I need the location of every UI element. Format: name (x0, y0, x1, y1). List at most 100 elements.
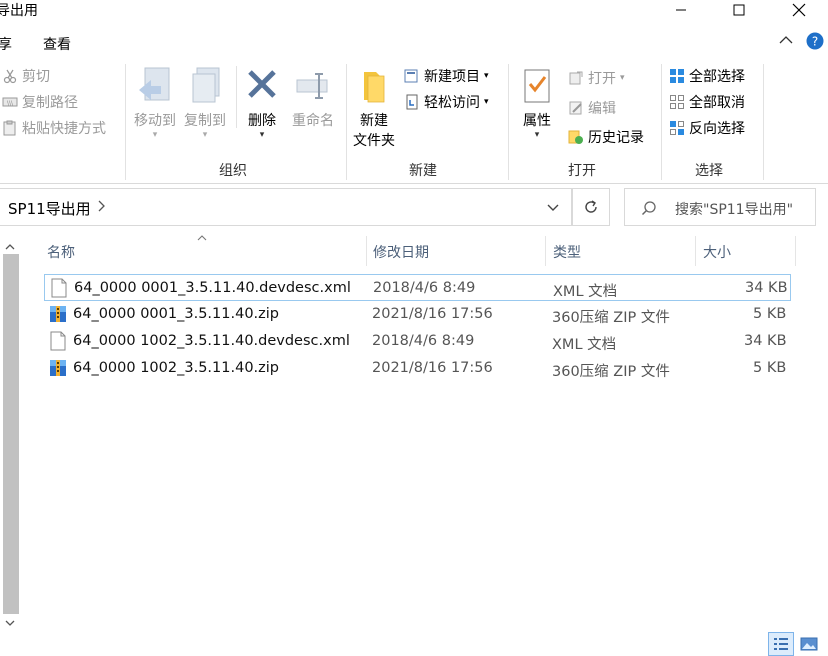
easy-access-icon (406, 94, 418, 110)
xml-file-icon (51, 278, 67, 302)
select-all-icon (670, 69, 684, 83)
column-divider[interactable] (795, 236, 796, 266)
tab-share[interactable]: 享 (0, 34, 12, 54)
copy-path-label: 复制路径 (22, 95, 78, 111)
breadcrumb[interactable]: SP11导出用 (8, 198, 91, 219)
file-modified: 2018/4/6 8:49 (372, 333, 475, 349)
group-divider (346, 64, 347, 180)
scissors-icon (3, 69, 17, 84)
new-item-label: 新建项目 (424, 69, 480, 85)
new-folder-label-2: 文件夹 (353, 133, 395, 149)
details-view-button[interactable] (768, 632, 794, 656)
search-box[interactable]: 搜索"SP11导出用" (624, 188, 816, 226)
edit-button[interactable]: 编辑 (568, 98, 616, 118)
file-row[interactable]: 64_0000 1002_3.5.11.40.devdesc.xml 2018/… (44, 328, 791, 355)
divider (236, 66, 237, 128)
new-folder-button[interactable]: 新建 文件夹 (350, 66, 398, 150)
refresh-icon (585, 200, 597, 213)
ribbon-tabs: 享 查看 ? (0, 28, 828, 58)
file-name[interactable]: 64_0000 1002_3.5.11.40.zip (73, 360, 279, 376)
xml-file-icon (50, 331, 66, 355)
search-icon (641, 200, 657, 220)
svg-text:\\\: \\\ (7, 100, 14, 107)
refresh-button[interactable] (572, 188, 610, 226)
collapse-ribbon-button[interactable] (778, 34, 794, 50)
properties-button[interactable]: 属性 ▾ (514, 66, 560, 140)
select-all-label: 全部选择 (689, 69, 745, 85)
easy-access-button[interactable]: 轻松访问 ▾ (404, 92, 489, 112)
copy-to-button[interactable]: 复制到 ▾ (181, 66, 229, 140)
large-icons-view-icon (800, 637, 818, 651)
group-divider (661, 64, 662, 180)
chevron-down-icon (547, 204, 559, 211)
file-type: XML 文档 (553, 284, 618, 300)
properties-icon (524, 69, 550, 103)
paste-shortcut-button[interactable]: 粘贴快捷方式 (2, 118, 106, 138)
close-button[interactable] (776, 0, 822, 20)
file-row[interactable]: 64_0000 0001_3.5.11.40.devdesc.xml 2018/… (44, 274, 791, 301)
column-header-size[interactable]: 大小 (703, 236, 731, 266)
file-type: XML 文档 (552, 337, 617, 353)
easy-access-label: 轻松访问 (424, 95, 480, 111)
file-size: 5 KB (753, 306, 787, 322)
move-to-label: 移动到 (134, 113, 176, 129)
new-item-button[interactable]: 新建项目 ▾ (404, 66, 489, 86)
move-to-icon (139, 67, 170, 101)
file-size: 34 KB (744, 333, 787, 349)
rename-icon (296, 73, 328, 99)
file-name[interactable]: 64_0000 0001_3.5.11.40.devdesc.xml (74, 280, 351, 296)
copy-path-button[interactable]: \\\ 复制路径 (2, 92, 78, 112)
file-type: 360压缩 ZIP 文件 (552, 310, 670, 326)
select-none-icon (670, 95, 684, 109)
cut-button[interactable]: 剪切 (2, 66, 50, 86)
maximize-button[interactable] (716, 0, 762, 20)
properties-label: 属性 (523, 113, 551, 129)
file-row[interactable]: 64_0000 1002_3.5.11.40.zip 2021/8/16 17:… (44, 355, 791, 382)
address-bar[interactable]: SP11导出用 (0, 188, 572, 226)
column-header-modified[interactable]: 修改日期 (373, 236, 429, 266)
address-history-button[interactable] (546, 201, 560, 217)
maximize-icon (733, 4, 745, 16)
breadcrumb-chevron-icon[interactable] (96, 199, 106, 217)
rename-button[interactable]: 重命名 (288, 66, 338, 130)
window-title: 导出用 (0, 3, 38, 19)
column-divider[interactable] (366, 236, 367, 266)
minimize-button[interactable] (658, 0, 704, 20)
delete-button[interactable]: 删除 ▾ (240, 66, 284, 140)
open-button[interactable]: 打开 ▾ (568, 68, 625, 88)
open-label: 打开 (588, 71, 616, 87)
open-icon (569, 71, 583, 85)
title-bar: 导出用 (0, 0, 828, 24)
dropdown-arrow-icon: ▾ (484, 71, 489, 81)
tab-view[interactable]: 查看 (43, 34, 71, 54)
help-button[interactable]: ? (806, 32, 824, 54)
column-header-type[interactable]: 类型 (553, 236, 581, 266)
search-input[interactable]: 搜索"SP11导出用" (675, 199, 793, 219)
invert-selection-label: 反向选择 (689, 121, 745, 137)
move-to-button[interactable]: 移动到 ▾ (131, 66, 179, 140)
scroll-thumb[interactable] (3, 254, 19, 614)
select-none-label: 全部取消 (689, 95, 745, 111)
column-divider[interactable] (545, 236, 546, 266)
history-label: 历史记录 (588, 130, 644, 146)
minimize-icon (676, 9, 686, 11)
large-icons-view-button[interactable] (798, 634, 820, 654)
history-button[interactable]: 历史记录 (568, 127, 644, 147)
select-none-button[interactable]: 全部取消 (669, 92, 745, 112)
rename-label: 重命名 (292, 113, 334, 129)
file-row[interactable]: 64_0000 0001_3.5.11.40.zip 2021/8/16 17:… (44, 301, 791, 328)
column-divider[interactable] (695, 236, 696, 266)
file-name[interactable]: 64_0000 0001_3.5.11.40.zip (73, 306, 279, 322)
cut-label: 剪切 (22, 69, 50, 85)
column-header-name[interactable]: 名称 (47, 236, 75, 266)
invert-selection-icon (670, 121, 684, 135)
zip-file-icon (49, 359, 67, 381)
select-all-button[interactable]: 全部选择 (669, 66, 745, 86)
dropdown-arrow-icon: ▾ (484, 97, 489, 107)
scroll-down-icon[interactable] (4, 616, 16, 632)
new-folder-label-1: 新建 (360, 113, 388, 129)
file-name[interactable]: 64_0000 1002_3.5.11.40.devdesc.xml (73, 333, 350, 349)
file-size: 34 KB (745, 280, 788, 296)
invert-selection-button[interactable]: 反向选择 (669, 118, 745, 138)
organize-group-label: 组织 (219, 163, 247, 179)
